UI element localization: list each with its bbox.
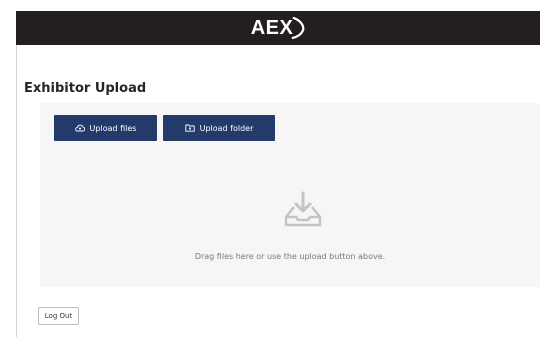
upload-folder-label: Upload folder [199,123,254,133]
logo: AEX [251,14,306,42]
arc-swoosh-icon [291,17,304,39]
folder-upload-icon [184,124,195,132]
app-window: AEX Exhibitor Upload Upload files Upload… [0,0,540,337]
cloud-upload-icon [74,124,85,132]
upload-files-label: Upload files [89,123,137,133]
download-tray-icon [282,190,324,228]
dropzone-hint: Drag files here or use the upload button… [194,252,386,261]
top-bar: AEX [16,11,540,45]
logo-text: AEX [250,16,294,39]
upload-files-button[interactable]: Upload files [54,115,157,141]
logout-button[interactable]: Log Out [38,307,79,325]
page-title: Exhibitor Upload [24,81,147,96]
upload-folder-button[interactable]: Upload folder [163,115,275,141]
